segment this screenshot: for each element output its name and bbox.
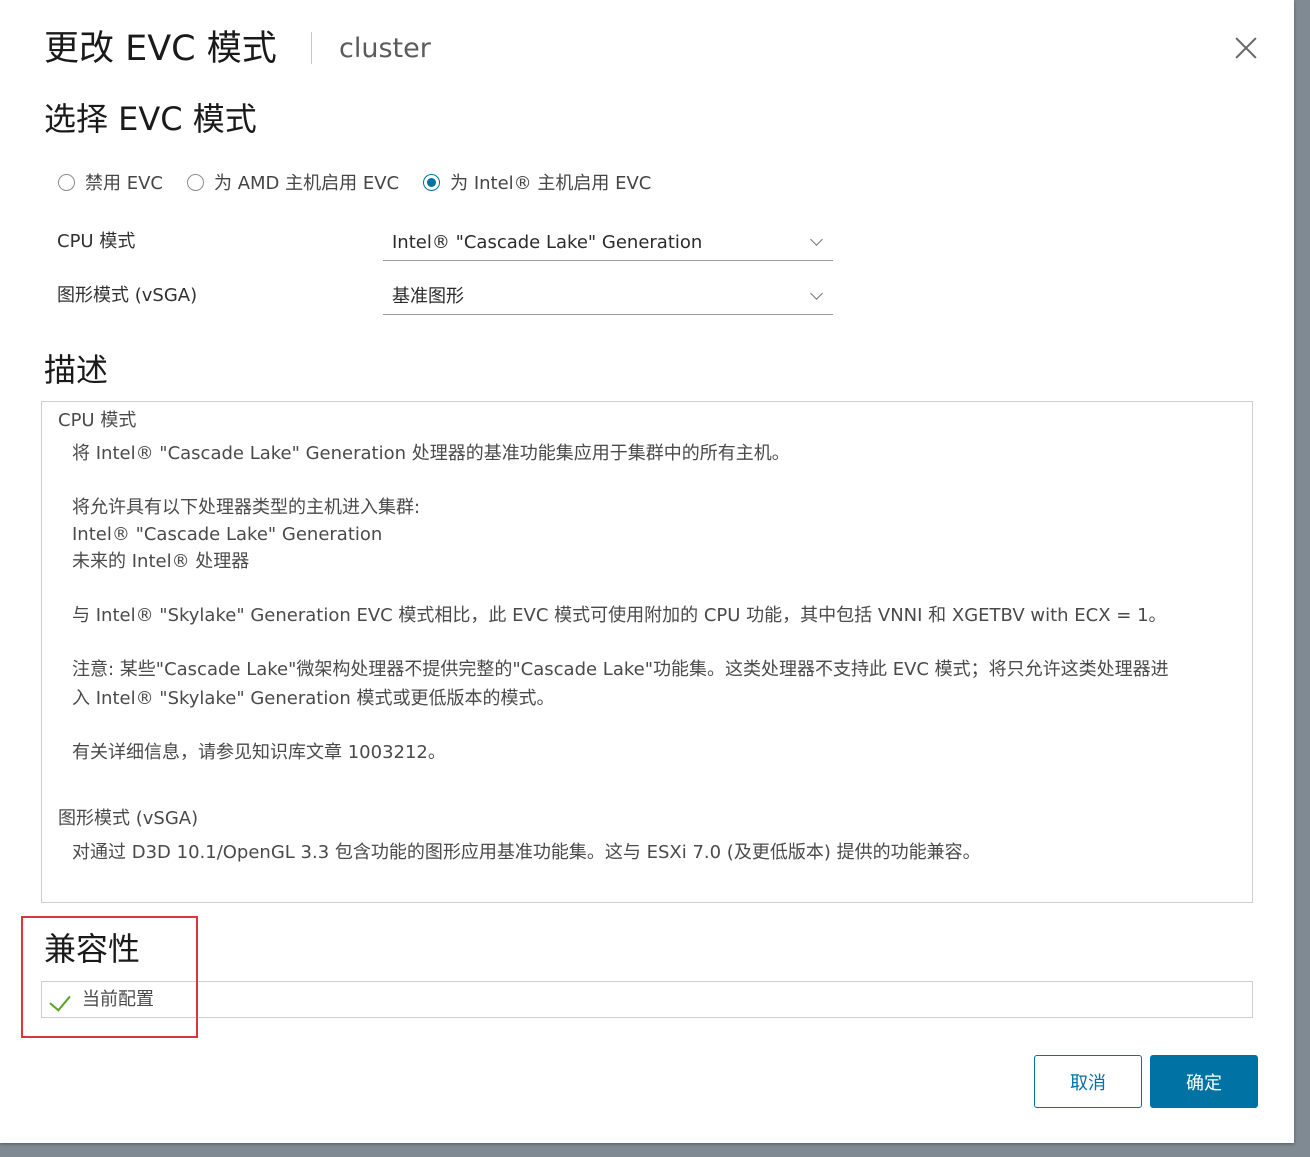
radio-enable-intel-evc[interactable]: 为 Intel® 主机启用 EVC <box>423 169 651 195</box>
description-text: 与 Intel® "Skylake" Generation EVC 模式相比，此… <box>72 605 1167 626</box>
graphics-mode-label: 图形模式 (vSGA) <box>57 285 198 306</box>
compatibility-box: 当前配置 <box>41 981 1253 1018</box>
cpu-section-title: CPU 模式 <box>58 410 137 431</box>
description-text: 将 Intel® "Cascade Lake" Generation 处理器的基… <box>72 443 790 464</box>
radio-label: 为 AMD 主机启用 EVC <box>213 173 400 194</box>
radio-circle[interactable] <box>423 173 441 191</box>
graphics-mode-value: 基准图形 <box>392 286 464 307</box>
description-text: Intel® "Cascade Lake" Generation <box>72 524 383 545</box>
chevron-down-icon <box>810 233 823 246</box>
cpu-mode-value: Intel® "Cascade Lake" Generation <box>392 232 703 253</box>
close-icon[interactable] <box>1230 32 1262 64</box>
graphics-section-title: 图形模式 (vSGA) <box>58 808 199 829</box>
cpu-mode-label: CPU 模式 <box>57 231 136 252</box>
description-text: 对通过 D3D 10.1/OpenGL 3.3 包含功能的图形应用基准功能集。这… <box>72 842 981 863</box>
description-box: CPU 模式 将 Intel® "Cascade Lake" Generatio… <box>41 401 1253 903</box>
highlight-annotation <box>21 916 198 1038</box>
description-text: 将允许具有以下处理器类型的主机进入集群: <box>72 497 421 518</box>
radio-label: 为 Intel® 主机启用 EVC <box>450 173 652 194</box>
title-divider <box>311 32 312 64</box>
radio-disable-evc[interactable]: 禁用 EVC <box>58 169 163 195</box>
chevron-down-icon <box>810 287 823 300</box>
change-evc-mode-dialog: 更改 EVC 模式 cluster 选择 EVC 模式 禁用 EVC 为 AMD… <box>0 0 1294 1143</box>
description-text: 注意: 某些"Cascade Lake"微架构处理器不提供完整的"Cascade… <box>72 659 1169 680</box>
radio-label: 禁用 EVC <box>85 173 163 194</box>
cancel-button[interactable]: 取消 <box>1034 1055 1142 1108</box>
evc-mode-radio-group: 禁用 EVC 为 AMD 主机启用 EVC 为 Intel® 主机启用 EVC <box>58 168 675 196</box>
description-text: 有关详细信息，请参见知识库文章 1003212。 <box>72 742 446 763</box>
graphics-mode-select[interactable]: 基准图形 <box>383 281 833 315</box>
radio-circle[interactable] <box>186 173 204 191</box>
description-text: 未来的 Intel® 处理器 <box>72 551 250 572</box>
dialog-title: 更改 EVC 模式 <box>44 29 277 69</box>
description-text: 入 Intel® "Skylake" Generation 模式或更低版本的模式… <box>72 688 555 709</box>
description-heading: 描述 <box>44 351 109 389</box>
ok-button[interactable]: 确定 <box>1150 1055 1258 1108</box>
select-evc-heading: 选择 EVC 模式 <box>44 100 257 138</box>
radio-circle[interactable] <box>58 173 75 191</box>
radio-enable-amd-evc[interactable]: 为 AMD 主机启用 EVC <box>186 169 400 195</box>
dialog-subtitle: cluster <box>339 33 431 64</box>
cpu-mode-select[interactable]: Intel® "Cascade Lake" Generation <box>383 227 833 261</box>
